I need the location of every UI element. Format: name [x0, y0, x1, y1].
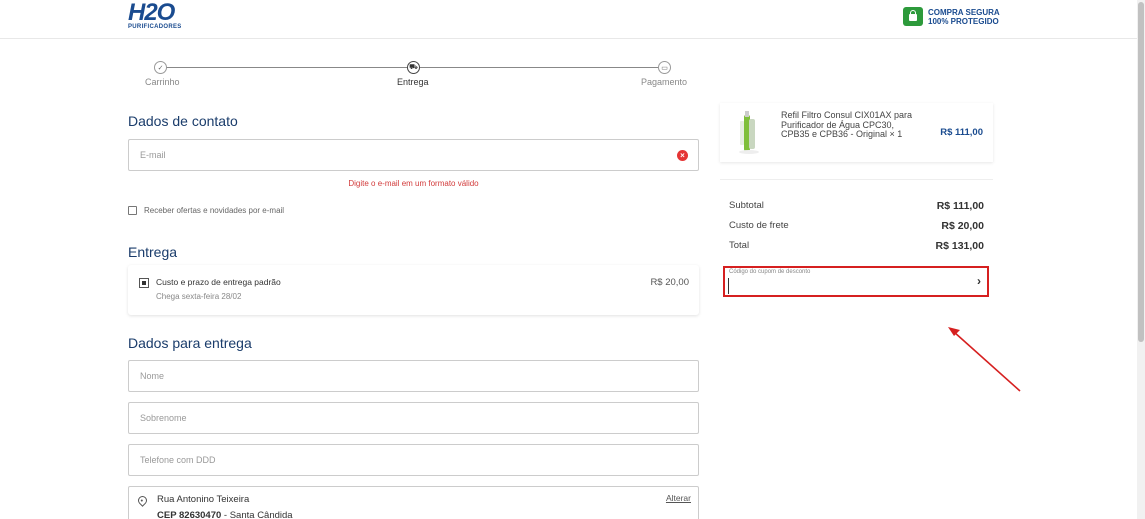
- address-cep: CEP 82630470 - Santa Cândida: [157, 510, 293, 519]
- step-label-carrinho[interactable]: Carrinho: [145, 77, 180, 87]
- address-box: Rua Antonino Teixeira CEP 82630470 - San…: [128, 486, 699, 519]
- email-error-message: Digite o e-mail em um formato válido: [348, 179, 479, 188]
- header: H2O PURIFICADORES COMPRA SEGURA 100% PRO…: [0, 0, 1137, 39]
- contact-section-title: Dados de contato: [128, 113, 238, 129]
- email-field[interactable]: ×: [128, 139, 699, 171]
- name-input[interactable]: [129, 361, 698, 391]
- scrollbar-thumb[interactable]: [1138, 2, 1144, 342]
- chevron-right-icon[interactable]: ›: [977, 274, 981, 288]
- shipping-section-title: Entrega: [128, 244, 178, 260]
- cep-number: CEP 82630470: [157, 510, 222, 519]
- phone-field[interactable]: [128, 444, 699, 476]
- newsletter-checkbox[interactable]: [128, 206, 137, 215]
- coupon-field[interactable]: Código do cupom de desconto ›: [723, 266, 989, 297]
- summary-divider: [720, 179, 993, 180]
- shipping-option-price: R$ 20,00: [650, 277, 689, 288]
- coupon-label: Código do cupom de desconto: [729, 269, 811, 275]
- shipping-option-eta: Chega sexta-feira 28/02: [156, 292, 242, 301]
- step-label-entrega: Entrega: [397, 77, 429, 87]
- surname-field[interactable]: [128, 402, 699, 434]
- secure-purchase-badge: COMPRA SEGURA 100% PROTEGIDO: [903, 7, 1000, 26]
- logo-sub-text: PURIFICADORES: [128, 24, 182, 30]
- freight-row: Custo de frete R$ 20,00: [729, 220, 984, 232]
- subtotal-row: Subtotal R$ 111,00: [729, 200, 984, 212]
- checkout-stepper: ✓ ⛟ ▭ Carrinho Entrega Pagamento: [128, 59, 698, 89]
- error-icon: ×: [677, 150, 688, 161]
- total-value: R$ 131,00: [935, 240, 984, 252]
- secure-line-2: 100% PROTEGIDO: [928, 16, 999, 26]
- product-price: R$ 111,00: [940, 127, 983, 138]
- newsletter-label: Receber ofertas e novidades por e-mail: [144, 206, 285, 215]
- shipping-option-radio[interactable]: [139, 278, 149, 288]
- step-label-pagamento: Pagamento: [641, 77, 688, 87]
- location-pin-icon: [136, 494, 149, 507]
- stepper-line-2: [420, 67, 658, 68]
- h2o-logo[interactable]: H2O PURIFICADORES: [128, 1, 184, 31]
- card-icon: ▭: [658, 61, 671, 74]
- address-street: Rua Antonino Teixeira: [157, 494, 250, 505]
- shipping-option-title: Custo e prazo de entrega padrão: [156, 277, 281, 287]
- newsletter-option[interactable]: Receber ofertas e novidades por e-mail: [128, 206, 284, 215]
- total-label: Total: [729, 240, 750, 251]
- page-scrollbar[interactable]: [1137, 0, 1145, 519]
- product-image: [739, 111, 759, 154]
- total-row: Total R$ 131,00: [729, 240, 984, 252]
- subtotal-label: Subtotal: [729, 200, 764, 211]
- email-input[interactable]: [129, 140, 698, 170]
- freight-value: R$ 20,00: [941, 220, 984, 232]
- subtotal-value: R$ 111,00: [936, 200, 984, 212]
- product-name: Refil Filtro Consul CIX01AX para Purific…: [781, 110, 913, 140]
- secure-line-1: COMPRA SEGURA: [928, 7, 1000, 17]
- surname-input[interactable]: [129, 403, 698, 433]
- cart-product-card: Refil Filtro Consul CIX01AX para Purific…: [720, 103, 993, 162]
- shipping-option[interactable]: Custo e prazo de entrega padrão Chega se…: [128, 265, 699, 315]
- delivery-section-title: Dados para entrega: [128, 335, 252, 351]
- check-icon[interactable]: ✓: [154, 61, 167, 74]
- lock-icon: [903, 7, 923, 26]
- cep-neighborhood: - Santa Cândida: [221, 510, 293, 519]
- phone-input[interactable]: [129, 445, 698, 475]
- annotation-arrow: [948, 327, 1021, 392]
- coupon-input[interactable]: [728, 278, 958, 294]
- truck-icon: ⛟: [407, 61, 420, 74]
- name-field[interactable]: [128, 360, 699, 392]
- stepper-line-1: [166, 67, 407, 68]
- freight-label: Custo de frete: [729, 220, 789, 231]
- change-address-link[interactable]: Alterar: [666, 493, 691, 503]
- logo-main-text: H2O: [128, 0, 175, 26]
